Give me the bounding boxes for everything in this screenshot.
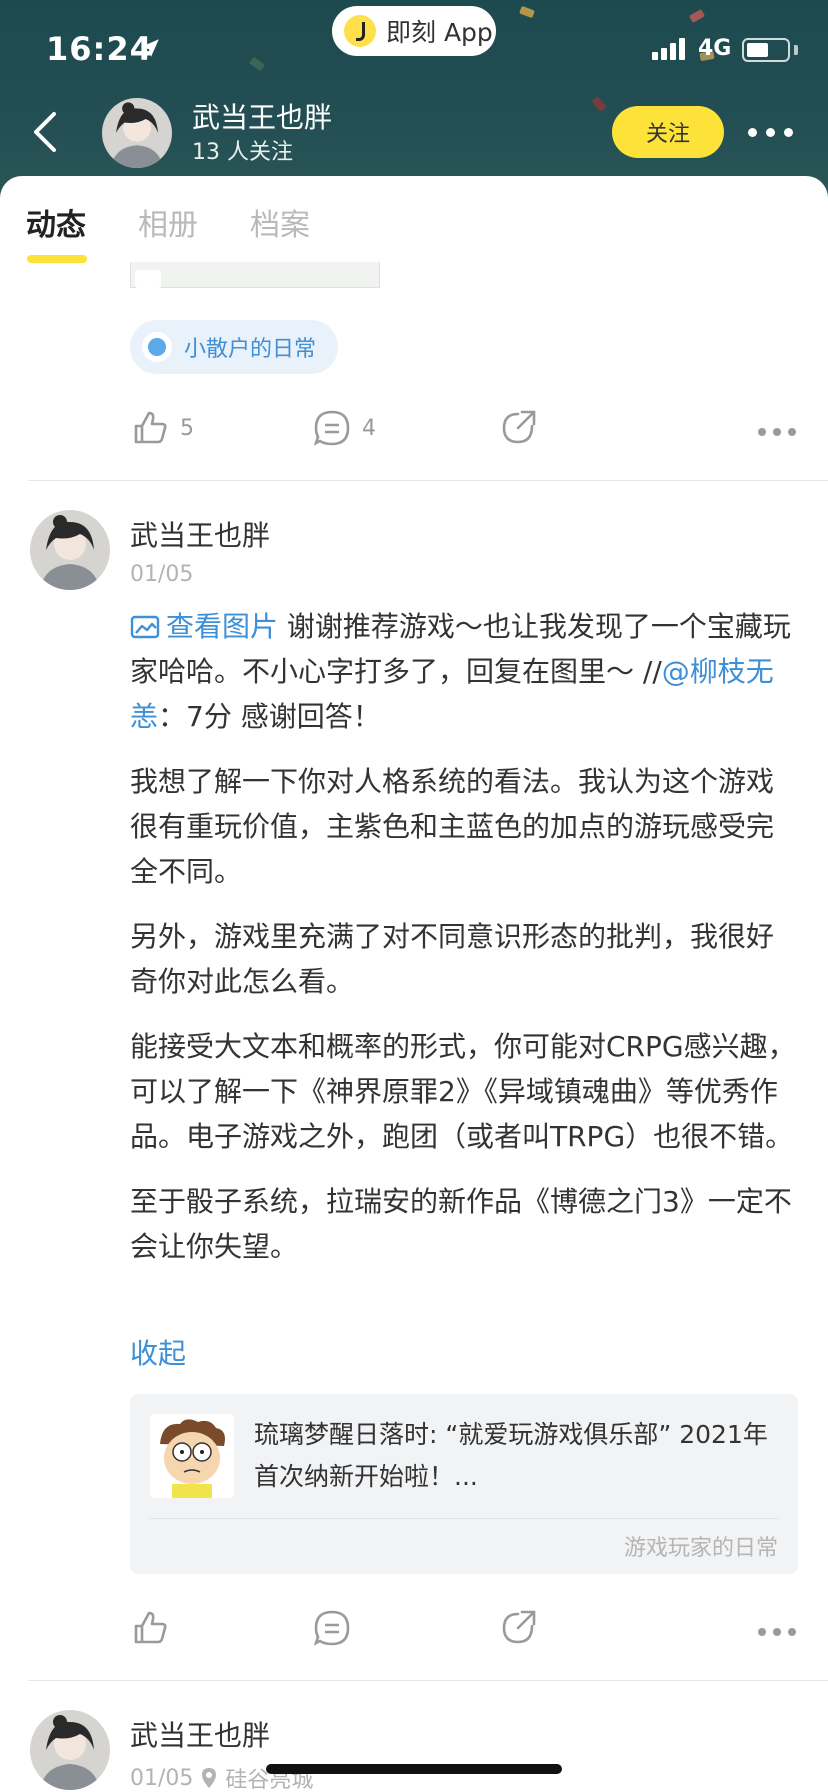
post-author[interactable]: 武当王也胖 xyxy=(130,1714,270,1754)
topic-icon xyxy=(142,332,172,362)
tab-feed[interactable]: 动态 xyxy=(26,200,86,244)
repost-card[interactable]: 琉璃梦醒日落时: “就爱玩游戏俱乐部” 2021年首次纳新开始啦！... 游戏玩… xyxy=(130,1394,798,1574)
profile-name: 武当王也胖 xyxy=(192,101,333,134)
follower-count[interactable]: 13 人关注 xyxy=(192,134,293,166)
battery-level xyxy=(747,43,768,57)
post-paragraph: 我想了解一下你对人格系统的看法。我认为这个游戏很有重玩价值，主紫色和主蓝色的加点… xyxy=(130,765,775,888)
location-pin-icon xyxy=(202,1768,217,1788)
post-date: 01/05 xyxy=(130,562,194,587)
comment-button[interactable]: 4 xyxy=(312,408,376,448)
post-paragraph: 至于骰子系统，拉瑞安的新作品《博德之门3》一定不会让你失望。 xyxy=(130,1185,792,1263)
post-lead-paragraph: 查看图片 谢谢推荐游戏～也让我发现了一个宝藏玩家哈哈。不小心字打多了，回复在图里… xyxy=(130,604,800,739)
cartoon-face-icon xyxy=(150,1414,234,1498)
location-arrow-icon xyxy=(141,39,159,57)
topic-chip[interactable]: 小散户的日常 xyxy=(130,320,339,374)
post-image-thumbnail[interactable] xyxy=(130,262,380,288)
confetti-decoration xyxy=(591,96,607,112)
thumbs-up-icon xyxy=(134,411,167,444)
repost-text: 琉璃梦醒日落时: “就爱玩游戏俱乐部” 2021年首次纳新开始啦！... xyxy=(254,1420,768,1491)
profile-header: 16:24 即刻 App 4G 武当王也胖 13 人关注 关注 xyxy=(0,0,828,200)
battery-icon xyxy=(742,38,790,62)
collapse-link[interactable]: 收起 xyxy=(130,1332,186,1372)
app-pill-label: 即刻 App xyxy=(386,18,493,47)
like-button[interactable]: 5 xyxy=(130,408,194,448)
avatar[interactable] xyxy=(30,510,110,590)
follow-button[interactable]: 关注 xyxy=(612,106,724,158)
confetti-decoration xyxy=(519,5,535,19)
back-arrow-icon[interactable] xyxy=(26,108,66,156)
avatar-image xyxy=(30,1710,110,1790)
like-button[interactable] xyxy=(130,1608,170,1648)
repost-divider xyxy=(150,1518,778,1519)
avatar[interactable] xyxy=(102,98,172,168)
jike-logo-icon xyxy=(344,15,376,47)
like-count: 5 xyxy=(180,415,194,441)
tab-album[interactable]: 相册 xyxy=(138,200,198,244)
comment-count: 4 xyxy=(362,415,376,441)
thumbs-up-icon xyxy=(134,1611,167,1644)
post-author[interactable]: 武当王也胖 xyxy=(130,514,270,554)
avatar-image xyxy=(102,98,172,168)
tab-profile[interactable]: 档案 xyxy=(250,200,310,244)
post-more-icon[interactable] xyxy=(758,1628,796,1636)
comment-icon xyxy=(313,410,350,446)
post-action-bar xyxy=(0,1608,828,1656)
avatar[interactable] xyxy=(30,1710,110,1790)
repost-thumbnail xyxy=(150,1414,234,1498)
confetti-decoration xyxy=(688,9,706,23)
repost-topic[interactable]: 游戏玩家的日常 xyxy=(624,1530,778,1562)
comment-icon xyxy=(313,1610,350,1646)
post-date: 01/05 xyxy=(130,1765,194,1791)
app-pill[interactable]: 即刻 App xyxy=(332,6,496,56)
post-content: 查看图片 谢谢推荐游戏～也让我发现了一个宝藏玩家哈哈。不小心字打多了，回复在图里… xyxy=(130,604,800,1289)
home-indicator xyxy=(266,1764,562,1774)
share-button[interactable] xyxy=(498,1608,538,1648)
confetti-decoration xyxy=(248,56,266,72)
topic-label: 小散户的日常 xyxy=(184,337,317,362)
post-paragraph: 另外，游戏里充满了对不同意识形态的批判，我很好奇你对此怎么看。 xyxy=(130,920,775,998)
comment-button[interactable] xyxy=(312,1608,352,1648)
network-type: 4G xyxy=(698,36,732,61)
share-button[interactable] xyxy=(498,408,538,448)
avatar-image xyxy=(30,510,110,590)
post-divider xyxy=(28,1680,828,1681)
share-icon xyxy=(502,1610,536,1644)
view-picture-label: 查看图片 xyxy=(166,610,279,643)
post-divider xyxy=(28,480,828,481)
signal-icon xyxy=(652,38,685,60)
share-icon xyxy=(502,410,536,444)
more-options-icon[interactable] xyxy=(748,128,793,137)
post-more-icon[interactable] xyxy=(758,428,796,436)
post-action-bar: 5 4 xyxy=(0,408,828,456)
tab-indicator xyxy=(27,255,87,263)
status-time: 16:24 xyxy=(46,30,153,68)
post-mention-tail: ：7分 感谢回答！ xyxy=(158,700,381,733)
battery-cap xyxy=(794,45,798,55)
post-paragraph: 能接受大文本和概率的形式，你可能对CRPG感兴趣，可以了解一下《神界原罪2》《异… xyxy=(130,1030,796,1153)
picture-icon xyxy=(130,615,160,639)
view-picture-link[interactable]: 查看图片 xyxy=(130,610,278,643)
